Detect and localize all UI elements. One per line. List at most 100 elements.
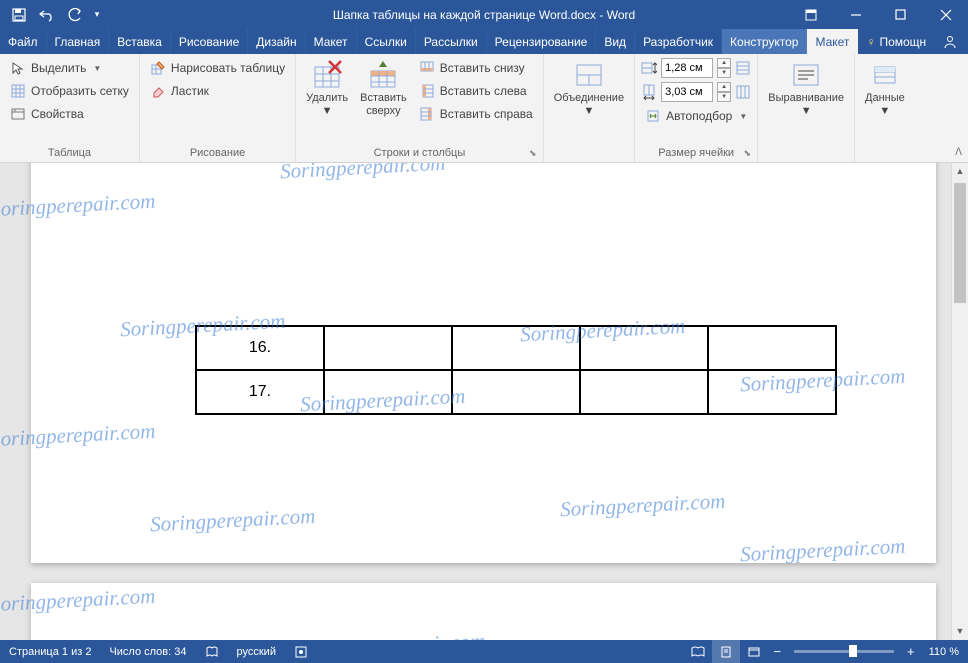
tab-file[interactable]: Файл: [0, 29, 47, 54]
group-rowscols-label: Строки и столбцы⬊: [302, 144, 537, 162]
row-height-input[interactable]: [661, 58, 713, 78]
group-data-label: [861, 144, 909, 162]
collapse-ribbon-button[interactable]: ᐱ: [955, 147, 962, 158]
view-gridlines-button[interactable]: Отобразить сетку: [6, 80, 133, 102]
group-data: Данные▼: [855, 54, 915, 162]
scroll-thumb[interactable]: [954, 183, 966, 303]
print-layout-button[interactable]: [712, 640, 740, 663]
chevron-down-icon: ▼: [801, 105, 812, 117]
tab-insert[interactable]: Вставка: [109, 29, 171, 54]
autofit-icon: [645, 108, 661, 124]
save-button[interactable]: [6, 3, 32, 27]
tab-table-design[interactable]: Конструктор: [722, 29, 807, 54]
chevron-down-icon: ▼: [322, 105, 333, 117]
properties-label: Свойства: [31, 107, 84, 121]
insert-right-icon: [419, 106, 435, 122]
group-table: Выделить ▼ Отобразить сетку Свойства Таб…: [0, 54, 140, 162]
distribute-rows-icon[interactable]: [735, 60, 751, 76]
delete-button[interactable]: Удалить▼: [302, 57, 352, 119]
width-spinner[interactable]: ▲▼: [717, 82, 731, 102]
group-align-label: [764, 144, 848, 162]
tab-layout[interactable]: Макет: [306, 29, 357, 54]
merge-button[interactable]: Объединение▼: [550, 57, 628, 119]
vertical-scrollbar[interactable]: ▲ ▼: [951, 163, 968, 640]
draw-table-button[interactable]: Нарисовать таблицу: [146, 57, 289, 79]
ribbon-display-button[interactable]: [788, 0, 833, 29]
close-button[interactable]: [923, 0, 968, 29]
autofit-button[interactable]: Автоподбор ▼: [641, 105, 751, 127]
document-table-1[interactable]: 16. 17.: [195, 325, 837, 415]
qat-customize-button[interactable]: ▾: [90, 3, 104, 27]
tell-me-button[interactable]: ♀ Помощн: [858, 29, 934, 54]
data-button[interactable]: Данные▼: [861, 57, 909, 119]
properties-button[interactable]: Свойства: [6, 103, 133, 125]
column-width-input[interactable]: [661, 82, 713, 102]
macro-button[interactable]: [285, 640, 317, 663]
insert-right-label: Вставить справа: [440, 107, 533, 121]
page-indicator[interactable]: Страница 1 из 2: [0, 640, 100, 663]
window-controls: [788, 0, 968, 29]
tab-design[interactable]: Дизайн: [248, 29, 305, 54]
distribute-cols-icon[interactable]: [735, 84, 751, 100]
table-row[interactable]: 17.: [196, 370, 836, 414]
height-spinner[interactable]: ▲▼: [717, 58, 731, 78]
undo-button[interactable]: [34, 3, 60, 27]
page-1[interactable]: 16. 17.: [31, 163, 936, 563]
cell-number[interactable]: 16.: [196, 326, 324, 370]
cell-number[interactable]: 17.: [196, 370, 324, 414]
insert-left-icon: [419, 83, 435, 99]
zoom-in-button[interactable]: +: [902, 644, 920, 659]
share-button[interactable]: [934, 34, 966, 50]
page-2[interactable]: № п/п Исполнитель Задача Оценка Время 18…: [31, 583, 936, 640]
insert-right-button[interactable]: Вставить справа: [415, 103, 537, 125]
scroll-down-button[interactable]: ▼: [952, 623, 968, 640]
scroll-up-button[interactable]: ▲: [952, 163, 968, 180]
maximize-button[interactable]: [878, 0, 923, 29]
select-button[interactable]: Выделить ▼: [6, 57, 133, 79]
tab-developer[interactable]: Разработчик: [635, 29, 722, 54]
eraser-button[interactable]: Ластик: [146, 80, 289, 102]
language-indicator[interactable]: русский: [228, 640, 285, 663]
zoom-slider[interactable]: [794, 650, 894, 653]
group-draw: Нарисовать таблицу Ластик Рисование: [140, 54, 296, 162]
group-cell-size: ▲▼ ▲▼ Автоподбор ▼ Размер ячейки⬊: [635, 54, 758, 162]
macro-icon: [294, 645, 308, 659]
group-rows-columns: Удалить▼ Вставитьсверху Вставить снизу В…: [296, 54, 544, 162]
insert-above-label: Вставитьсверху: [360, 92, 407, 117]
alignment-button[interactable]: Выравнивание▼: [764, 57, 848, 119]
zoom-level[interactable]: 110 %: [920, 640, 968, 663]
insert-above-button[interactable]: Вставитьсверху: [356, 57, 411, 119]
group-table-label: Таблица: [6, 144, 133, 162]
chevron-down-icon: ▼: [739, 112, 747, 121]
web-layout-button[interactable]: [740, 640, 768, 663]
word-count[interactable]: Число слов: 34: [100, 640, 195, 663]
redo-button[interactable]: [62, 3, 88, 27]
column-width-icon: [641, 84, 657, 100]
properties-icon: [10, 106, 26, 122]
dialog-launcher-icon[interactable]: ⬊: [741, 148, 753, 160]
insert-below-button[interactable]: Вставить снизу: [415, 57, 537, 79]
insert-left-button[interactable]: Вставить слева: [415, 80, 537, 102]
tab-references[interactable]: Ссылки: [357, 29, 416, 54]
draw-table-label: Нарисовать таблицу: [171, 61, 285, 75]
zoom-out-button[interactable]: −: [768, 644, 786, 659]
tab-draw[interactable]: Рисование: [171, 29, 248, 54]
alignment-icon: [790, 59, 822, 91]
table-row[interactable]: 16.: [196, 326, 836, 370]
read-mode-button[interactable]: [684, 640, 712, 663]
eraser-icon: [150, 83, 166, 99]
minimize-button[interactable]: [833, 0, 878, 29]
tab-home[interactable]: Главная: [47, 29, 110, 54]
insert-below-label: Вставить снизу: [440, 61, 525, 75]
spell-check-button[interactable]: [196, 640, 228, 663]
eraser-label: Ластик: [171, 84, 209, 98]
tab-mailings[interactable]: Рассылки: [416, 29, 487, 54]
insert-below-icon: [419, 60, 435, 76]
alignment-label: Выравнивание: [768, 92, 844, 104]
tab-view[interactable]: Вид: [596, 29, 635, 54]
tab-table-layout[interactable]: Макет: [807, 29, 858, 54]
zoom-thumb[interactable]: [849, 645, 857, 657]
dialog-launcher-icon[interactable]: ⬊: [527, 148, 539, 160]
tab-review[interactable]: Рецензирование: [487, 29, 597, 54]
grid-icon: [10, 83, 26, 99]
